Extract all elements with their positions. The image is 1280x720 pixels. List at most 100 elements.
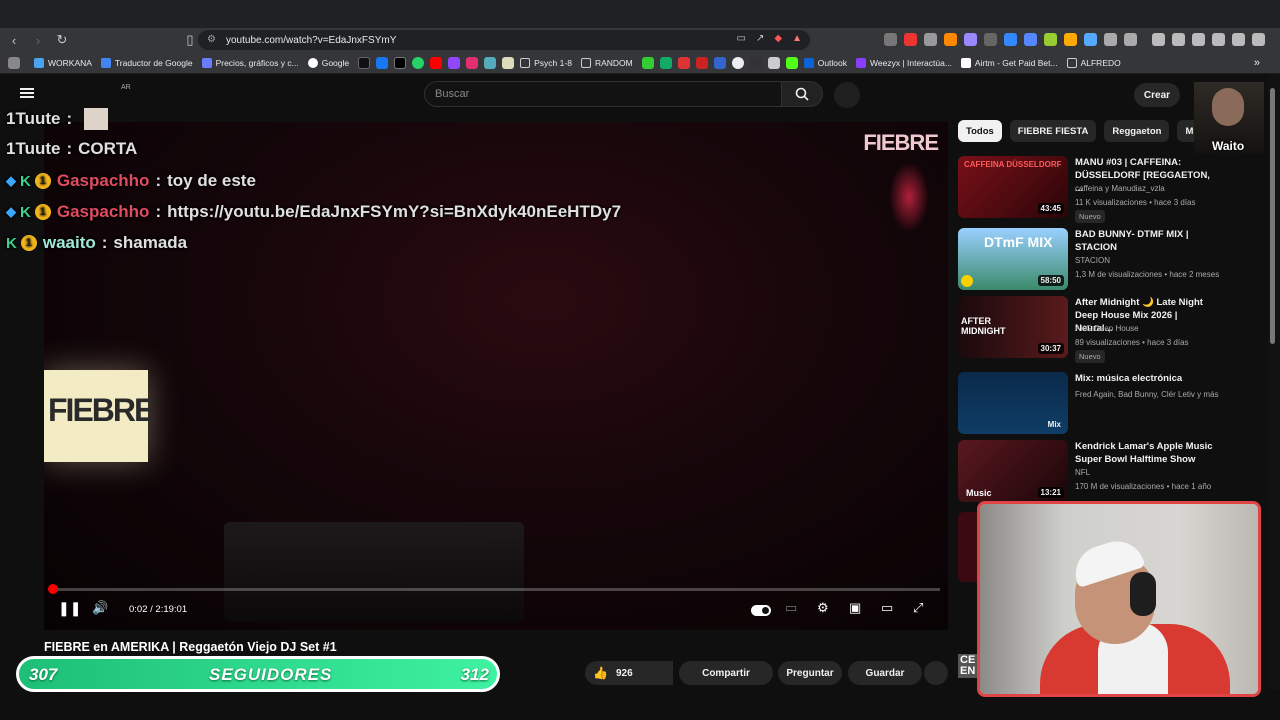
miniplayer-icon[interactable]: ▣	[849, 600, 861, 616]
bookmark-icon[interactable]	[695, 56, 708, 69]
twitch-icon[interactable]	[448, 56, 461, 69]
search-input[interactable]: Buscar	[424, 81, 782, 107]
bookmark-psych[interactable]: Psych 1-8	[520, 57, 572, 68]
bookmark-icon[interactable]	[659, 56, 672, 69]
extension-icon[interactable]	[904, 33, 917, 46]
scrubber-handle[interactable]	[47, 584, 58, 594]
channel-name[interactable]: Fred Again, Bad Bunny, Clér Letiv y más	[1075, 390, 1218, 399]
voice-search-button[interactable]	[834, 82, 860, 108]
progress-bar[interactable]	[47, 584, 940, 594]
wallet-icon[interactable]	[1192, 33, 1205, 46]
recommendation-item[interactable]: DTmF MIX 58:50 BAD BUNNY- DTMF MIX | STA…	[958, 228, 1258, 294]
youtube-icon[interactable]	[430, 56, 443, 69]
address-bar[interactable]: ⚙ youtube.com/watch?v=EdaJnxFSYmY ▭ ↗ ◆ …	[198, 30, 810, 50]
share-icon[interactable]: ↗	[756, 33, 764, 44]
create-button[interactable]: Crear	[1134, 83, 1180, 107]
recommendation-item[interactable]: CAFFEINA DÜSSELDORF 43:45 MANU #03 | CAF…	[958, 156, 1258, 223]
chip-all[interactable]: Todos	[958, 120, 1002, 142]
apps-icon[interactable]	[8, 56, 20, 69]
extension-icon[interactable]	[1124, 33, 1137, 46]
instagram-icon[interactable]	[466, 56, 479, 69]
extension-icon[interactable]	[1064, 33, 1077, 46]
rewards-icon[interactable]: ▲	[792, 33, 802, 44]
extension-icon[interactable]	[984, 33, 997, 46]
vpn-icon[interactable]	[1232, 33, 1245, 46]
like-button[interactable]: 👍 926	[585, 661, 673, 685]
bookmark-google[interactable]: Google	[307, 57, 349, 68]
video-thumbnail[interactable]: CAFFEINA DÜSSELDORF 43:45	[958, 156, 1068, 218]
cast-icon[interactable]: ▭	[737, 33, 746, 44]
bookmark-icon[interactable]: ▯	[180, 30, 200, 50]
video-thumbnail[interactable]: Mix	[958, 372, 1068, 434]
bookmark-icon[interactable]	[731, 56, 744, 69]
channel-name[interactable]: NFL	[1075, 468, 1090, 477]
fullscreen-icon[interactable]: ⤢	[913, 600, 923, 616]
page-scrollbar[interactable]	[1270, 88, 1275, 344]
extension-icon[interactable]	[1104, 33, 1117, 46]
facebook-icon[interactable]	[376, 56, 389, 69]
bookmark-icon[interactable]	[484, 56, 497, 69]
video-thumbnail[interactable]: AFTER MIDNIGHT 30:37	[958, 296, 1068, 358]
bookmark-icon[interactable]	[749, 56, 762, 69]
bookmark-translate[interactable]: Traductor de Google	[100, 57, 193, 68]
extension-icon[interactable]	[1024, 33, 1037, 46]
bookmark-outlook[interactable]: Outlook	[803, 57, 847, 68]
recommendation-title[interactable]: Kendrick Lamar's Apple Music Super Bowl …	[1075, 440, 1215, 466]
recommendation-title[interactable]: BAD BUNNY- DTMF MIX | STACION	[1075, 228, 1215, 254]
bookmark-airtm[interactable]: Airtm - Get Paid Bet...	[960, 57, 1058, 68]
bookmark-icon[interactable]	[502, 56, 515, 69]
extension-icon[interactable]	[884, 33, 897, 46]
kick-icon[interactable]	[785, 56, 798, 69]
share-button[interactable]: Compartir	[679, 661, 773, 685]
channel-name[interactable]: caffeina y Manudiaz_vzla	[1075, 184, 1165, 193]
partial-thumbnail[interactable]	[958, 512, 978, 582]
site-info-icon[interactable]: ⚙	[207, 34, 216, 45]
search-button[interactable]	[781, 81, 823, 107]
video-thumbnail[interactable]: Music 13:21	[958, 440, 1068, 502]
recommendation-item[interactable]: Music 13:21 Kendrick Lamar's Apple Music…	[958, 440, 1258, 506]
bookmark-alfredo[interactable]: ALFREDO	[1066, 57, 1121, 68]
extension-icon[interactable]	[1004, 33, 1017, 46]
recommendation-title[interactable]: Mix: música electrónica	[1075, 372, 1215, 385]
menu-icon[interactable]	[20, 88, 34, 98]
more-actions-button[interactable]	[924, 661, 948, 685]
recommendation-item[interactable]: Mix Mix: música electrónica Fred Again, …	[958, 372, 1258, 438]
extension-icon[interactable]	[964, 33, 977, 46]
recommendation-item[interactable]: AFTER MIDNIGHT 30:37 After Midnight 🌙 La…	[958, 296, 1258, 363]
x-icon[interactable]	[394, 56, 407, 69]
ask-button[interactable]: Preguntar	[778, 661, 842, 685]
forward-icon[interactable]: ›	[28, 30, 48, 50]
cast-icon[interactable]: ▭	[881, 600, 893, 616]
extension-icon[interactable]	[924, 33, 937, 46]
bookmark-workana[interactable]: WORKANA	[34, 57, 92, 68]
brave-shield-icon[interactable]: ◆	[774, 33, 782, 44]
music-icon[interactable]	[1152, 33, 1165, 46]
bookmark-icon[interactable]	[767, 56, 780, 69]
bookmark-icon[interactable]	[713, 56, 726, 69]
chip-reggaeton[interactable]: Reggaeton	[1104, 120, 1170, 142]
reload-icon[interactable]: ↻	[52, 30, 72, 50]
chip-fiebre-fiesta[interactable]: FIEBRE FIESTA	[1009, 120, 1097, 142]
bookmark-weezyx[interactable]: Weezyx | Interactúa...	[856, 57, 952, 68]
volume-icon[interactable]: 🔊	[92, 600, 108, 616]
save-button[interactable]: Guardar	[848, 661, 922, 685]
bookmark-prices[interactable]: Precios, gráficos y c...	[201, 57, 299, 68]
autoplay-toggle[interactable]	[751, 605, 771, 616]
extension-icon[interactable]	[944, 33, 957, 46]
subtitles-icon[interactable]: ▭	[785, 600, 797, 616]
channel-name[interactable]: AKG Deep House	[1075, 324, 1139, 333]
whatsapp-icon[interactable]	[412, 56, 425, 69]
leo-icon[interactable]	[1212, 33, 1225, 46]
extension-icon[interactable]	[1044, 33, 1057, 46]
settings-icon[interactable]: ⚙	[817, 600, 829, 616]
menu-icon[interactable]	[1252, 33, 1265, 46]
channel-name[interactable]: STACION	[1075, 256, 1110, 265]
tiktok-icon[interactable]	[358, 56, 371, 69]
back-icon[interactable]: ‹	[4, 30, 24, 50]
sidebar-icon[interactable]	[1172, 33, 1185, 46]
bookmark-icon[interactable]	[641, 56, 654, 69]
bookmark-icon[interactable]	[677, 56, 690, 69]
video-player[interactable]: FIEBRE FIEBRE	[44, 122, 948, 630]
extension-icon[interactable]	[1084, 33, 1097, 46]
pause-icon[interactable]: ❚❚	[58, 600, 81, 617]
